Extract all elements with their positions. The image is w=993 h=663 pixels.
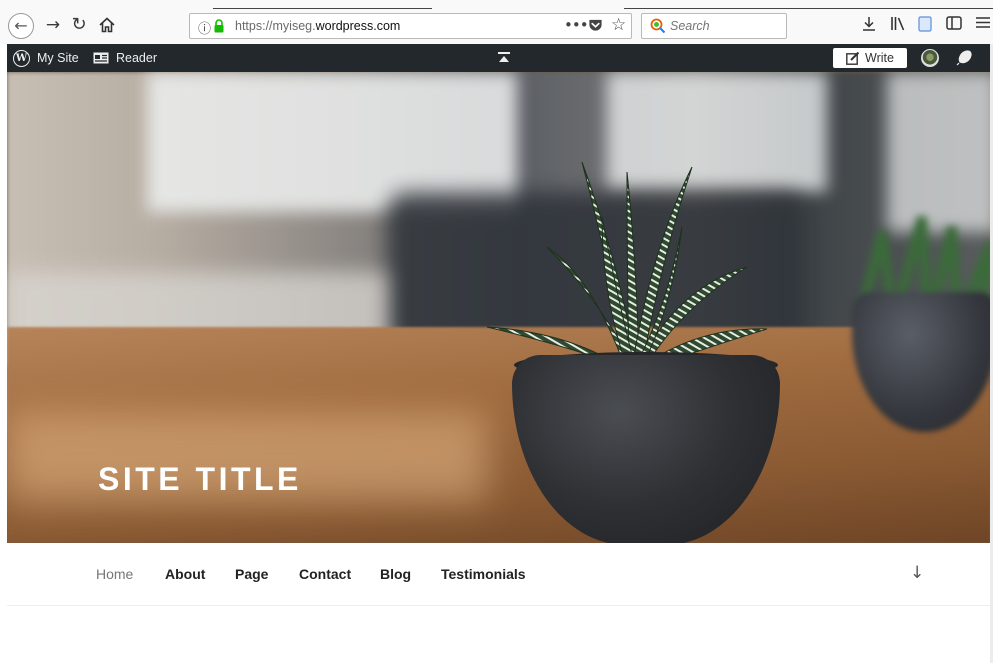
url-domain: wordpress.com xyxy=(315,19,401,33)
wordpress-logo-icon: W xyxy=(13,49,30,67)
nav-item-blog[interactable]: Blog xyxy=(380,566,411,582)
avatar[interactable] xyxy=(921,49,939,67)
info-icon[interactable]: ⓘ xyxy=(198,18,211,37)
my-site-label: My Site xyxy=(37,51,79,65)
nav-item-about[interactable]: About xyxy=(165,566,205,582)
menu-icon[interactable] xyxy=(976,16,990,32)
back-icon[interactable]: ← xyxy=(8,13,34,39)
site-title[interactable]: SITE TITLE xyxy=(98,461,302,498)
nav-item-testimonials[interactable]: Testimonials xyxy=(441,566,526,582)
collapse-icon[interactable] xyxy=(498,52,510,64)
tab-strip-line xyxy=(213,8,432,9)
write-button[interactable]: Write xyxy=(833,48,907,68)
search-input[interactable] xyxy=(670,17,780,35)
forward-icon[interactable]: → xyxy=(42,14,64,36)
browser-toolbar: ← → ↻ ⓘ https://myiseg.wordpress.com •••… xyxy=(0,0,993,44)
address-bar[interactable]: ⓘ https://myiseg.wordpress.com ••• ☆ xyxy=(189,13,632,39)
reload-icon[interactable]: ↻ xyxy=(68,14,90,36)
search-bar[interactable] xyxy=(641,13,787,39)
reader-view-icon[interactable] xyxy=(918,16,932,35)
url-prefix: https://myiseg. xyxy=(235,19,316,33)
admin-bar: W My Site Reader Write xyxy=(7,44,990,72)
downloads-icon[interactable] xyxy=(862,16,876,34)
header-image: SITE TITLE xyxy=(7,72,990,543)
sidebar-icon[interactable] xyxy=(946,16,962,33)
arrow-down-icon[interactable]: ↓ xyxy=(910,563,924,583)
home-icon[interactable] xyxy=(96,14,118,36)
pencil-icon xyxy=(846,51,860,65)
pocket-icon[interactable] xyxy=(588,18,603,33)
my-site-link[interactable]: W My Site xyxy=(13,44,79,72)
url-text: https://myiseg.wordpress.com xyxy=(235,19,400,33)
nav-item-home[interactable]: Home xyxy=(96,566,133,582)
more-icon[interactable]: ••• xyxy=(564,16,589,34)
reader-icon xyxy=(93,52,109,64)
nav-item-contact[interactable]: Contact xyxy=(299,566,351,582)
reader-link[interactable]: Reader xyxy=(93,44,157,72)
reader-label: Reader xyxy=(116,51,157,65)
lock-icon xyxy=(214,19,224,33)
main-navigation: Home About Page Contact Blog Testimonial… xyxy=(7,543,990,606)
nav-item-page[interactable]: Page xyxy=(235,566,268,582)
write-label: Write xyxy=(865,51,894,65)
tab-strip-line xyxy=(624,8,993,9)
search-icon xyxy=(650,18,666,34)
star-icon[interactable]: ☆ xyxy=(611,15,626,35)
succulent-plant xyxy=(486,161,768,372)
library-icon[interactable] xyxy=(890,16,906,34)
notifications-icon[interactable] xyxy=(955,49,973,67)
